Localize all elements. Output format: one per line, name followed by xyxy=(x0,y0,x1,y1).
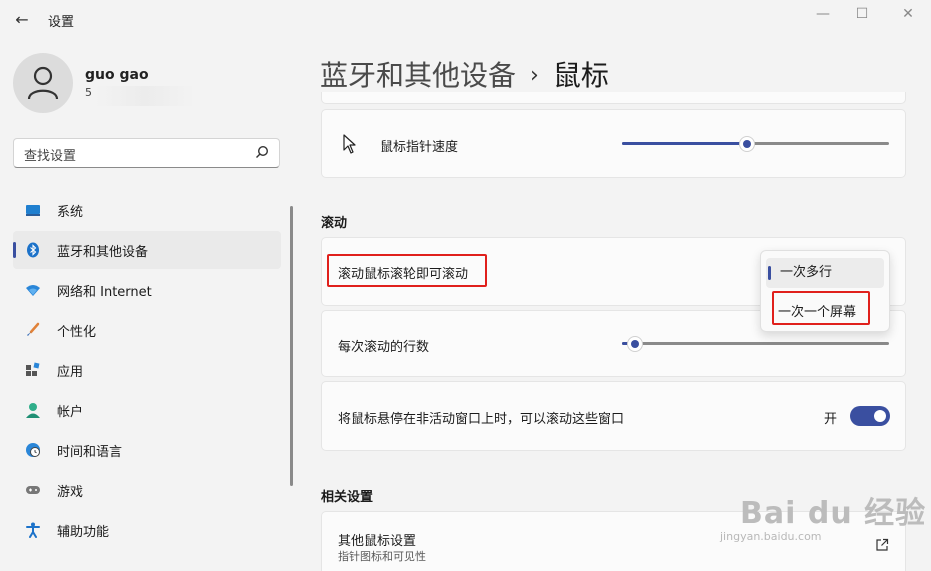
active-indicator xyxy=(13,242,16,258)
user-icon xyxy=(27,66,59,100)
search-box[interactable]: 查找设置 xyxy=(13,138,280,168)
close-button[interactable]: ✕ xyxy=(896,4,920,24)
cursor-icon xyxy=(343,134,356,154)
nav-label: 帐户 xyxy=(57,405,84,420)
wifi-icon xyxy=(26,285,40,296)
accessibility-icon xyxy=(26,522,40,538)
minimize-button[interactable]: — xyxy=(811,4,835,24)
apps-icon xyxy=(26,362,40,376)
app-title: 设置 xyxy=(48,15,75,30)
lines-per-scroll-slider[interactable] xyxy=(622,342,889,345)
option-multiple-lines[interactable]: 一次多行 xyxy=(766,258,884,288)
sidebar-scrollbar[interactable] xyxy=(290,206,293,486)
breadcrumb: 蓝牙和其他设备 › 鼠标 xyxy=(320,54,609,94)
nav-item-bluetooth[interactable]: 蓝牙和其他设备 xyxy=(13,231,281,269)
baidu-watermark: Bai du 经验 jingyan.baidu.com xyxy=(720,488,927,543)
redacted-email xyxy=(95,86,195,106)
account-icon xyxy=(26,403,40,418)
option-one-screen[interactable]: 一次一个屏幕 xyxy=(778,301,856,320)
gamepad-icon xyxy=(26,486,40,494)
highlight-box: 滚动鼠标滚轮即可滚动 xyxy=(327,254,487,287)
selected-indicator xyxy=(768,266,771,280)
maximize-button[interactable]: ☐ xyxy=(850,4,874,24)
bluetooth-icon xyxy=(27,242,39,258)
scroll-mode-label: 滚动鼠标滚轮即可滚动 xyxy=(338,267,469,282)
nav-label: 蓝牙和其他设备 xyxy=(57,245,149,260)
nav-label: 个性化 xyxy=(57,325,97,340)
page-title: 鼠标 xyxy=(552,59,609,92)
lines-per-scroll-label: 每次滚动的行数 xyxy=(338,340,430,355)
search-icon xyxy=(256,145,269,158)
nav-label: 游戏 xyxy=(57,485,84,500)
other-mouse-title: 其他鼠标设置 xyxy=(338,534,417,549)
nav-item-accounts[interactable]: 帐户 xyxy=(13,391,281,429)
inactive-scroll-card: 将鼠标悬停在非活动窗口上时，可以滚动这些窗口 开 xyxy=(321,381,906,451)
nav-label: 时间和语言 xyxy=(57,445,123,460)
nav-item-accessibility[interactable]: 辅助功能 xyxy=(13,511,281,549)
other-mouse-subtitle: 指针图标和可见性 xyxy=(338,550,426,563)
nav-item-gaming[interactable]: 游戏 xyxy=(13,471,281,509)
nav-item-time-language[interactable]: 时间和语言 xyxy=(13,431,281,469)
chevron-right-icon: › xyxy=(530,63,539,88)
breadcrumb-parent[interactable]: 蓝牙和其他设备 xyxy=(320,59,516,92)
nav-item-personalization[interactable]: 个性化 xyxy=(13,311,281,349)
nav-label: 辅助功能 xyxy=(57,525,110,540)
brush-icon xyxy=(27,322,40,336)
highlight-box: 一次一个屏幕 xyxy=(772,291,870,325)
user-account: 5 xyxy=(85,86,92,99)
avatar[interactable] xyxy=(13,53,73,113)
toggle-state-label: 开 xyxy=(824,412,838,427)
scroll-section-title: 滚动 xyxy=(321,216,348,231)
inactive-scroll-toggle[interactable] xyxy=(850,406,890,426)
previous-card xyxy=(321,92,906,104)
system-icon xyxy=(26,205,40,216)
search-input[interactable]: 查找设置 xyxy=(24,145,76,164)
user-name: guo gao xyxy=(85,67,149,83)
nav-label: 应用 xyxy=(57,365,84,380)
option-label: 一次多行 xyxy=(780,265,833,280)
pointer-speed-label: 鼠标指针速度 xyxy=(380,140,459,155)
nav-item-network[interactable]: 网络和 Internet xyxy=(13,271,281,309)
globe-clock-icon xyxy=(26,443,40,457)
nav-label: 网络和 Internet xyxy=(57,285,152,300)
nav-item-system[interactable]: 系统 xyxy=(13,191,281,229)
nav-label: 系统 xyxy=(57,205,84,220)
watermark-brand: Bai du 经验 xyxy=(740,496,927,531)
nav-item-apps[interactable]: 应用 xyxy=(13,351,281,389)
inactive-scroll-label: 将鼠标悬停在非活动窗口上时，可以滚动这些窗口 xyxy=(338,412,625,427)
pointer-speed-fill xyxy=(622,142,748,145)
related-section-title: 相关设置 xyxy=(321,490,374,505)
back-button[interactable]: ← xyxy=(12,10,32,30)
